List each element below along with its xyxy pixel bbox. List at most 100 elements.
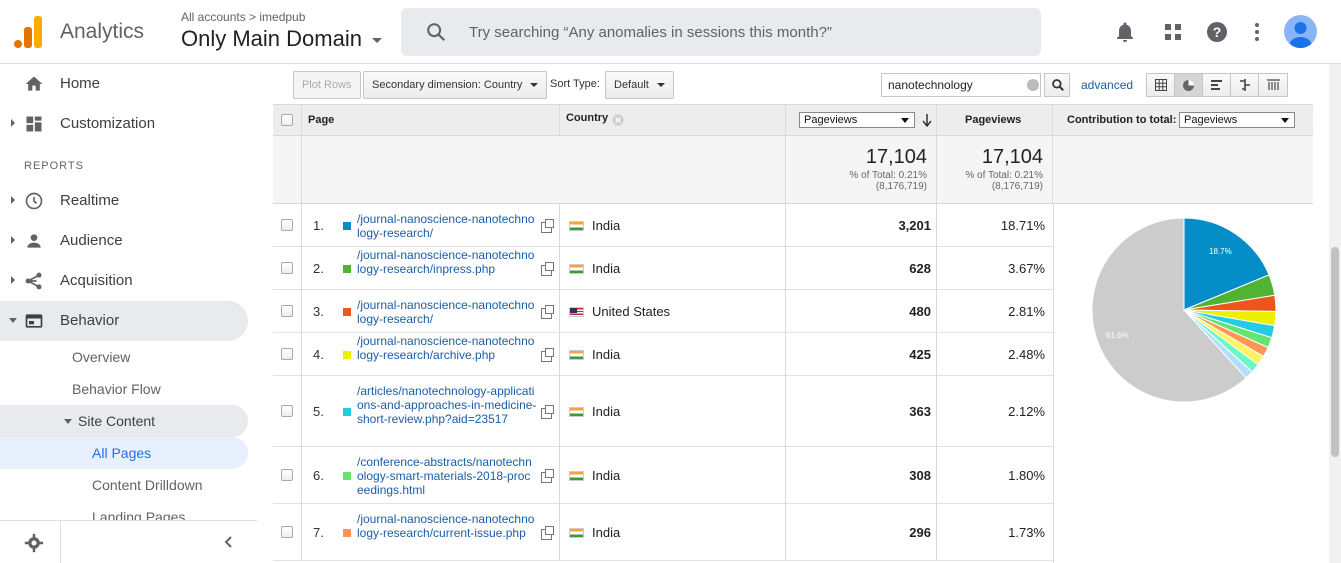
account-breadcrumb[interactable]: All accounts > imedpub — [181, 10, 305, 24]
more-vert-icon[interactable] — [1245, 20, 1269, 44]
pageviews-cell: 363 — [909, 404, 931, 419]
apps-grid-icon[interactable] — [1161, 20, 1185, 44]
country-cell[interactable]: India — [592, 404, 620, 419]
search-icon — [427, 23, 446, 42]
divider — [301, 290, 302, 333]
country-cell[interactable]: United States — [592, 304, 670, 319]
sidebar-item-realtime[interactable]: Realtime — [0, 181, 248, 221]
open-external-icon[interactable] — [541, 262, 554, 276]
page-link[interactable]: /journal-nanoscience-nanotechnology-rese… — [357, 334, 537, 362]
sidebar-item-label: Realtime — [60, 192, 120, 209]
row-checkbox[interactable] — [281, 348, 293, 360]
help-icon[interactable]: ? — [1205, 20, 1229, 44]
select-all-checkbox[interactable] — [281, 114, 293, 126]
percent-cell: 3.67% — [1008, 261, 1045, 276]
divider — [301, 504, 302, 561]
page-link[interactable]: /journal-nanoscience-nanotechnology-rese… — [357, 212, 537, 240]
search-input[interactable]: Try searching “Any anomalies in sessions… — [401, 8, 1041, 56]
series-color-swatch — [343, 529, 351, 537]
data-table-view-icon[interactable] — [1147, 74, 1175, 96]
row-checkbox[interactable] — [281, 526, 293, 538]
advanced-filter-link[interactable]: advanced — [1081, 78, 1133, 92]
page-link[interactable]: /conference-abstracts/nanotechnology-sma… — [357, 455, 537, 497]
divider — [1052, 105, 1053, 135]
table-row: 5. /articles/nanotechnology-applications-… — [273, 376, 1053, 447]
page-link[interactable]: /journal-nanoscience-nanotechnology-rese… — [357, 298, 537, 326]
contribution-pie-panel: 18.7% 61.6% — [1053, 204, 1313, 563]
divider — [301, 376, 302, 447]
sidebar-item-label: Home — [60, 75, 101, 92]
open-external-icon[interactable] — [541, 305, 554, 319]
open-external-icon[interactable] — [541, 526, 554, 540]
country-cell[interactable]: India — [592, 525, 620, 540]
open-external-icon[interactable] — [541, 405, 554, 419]
sort-type-select[interactable]: Default — [605, 71, 674, 99]
sidebar-item-customization[interactable]: Customization — [0, 104, 248, 144]
divider — [559, 290, 560, 333]
country-flag-icon — [569, 264, 584, 274]
row-checkbox[interactable] — [281, 469, 293, 481]
scrollbar-thumb[interactable] — [1331, 247, 1339, 457]
pageviews-column-header[interactable]: Pageviews — [965, 114, 1021, 126]
filter-search-button[interactable] — [1044, 73, 1070, 97]
sort-type-label: Sort Type: — [550, 78, 600, 90]
page-link[interactable]: /journal-nanoscience-nanotechnology-rese… — [357, 248, 537, 276]
analytics-logo[interactable] — [14, 16, 42, 48]
sidebar-item-site-content[interactable]: Site Content — [0, 405, 248, 437]
open-external-icon[interactable] — [541, 469, 554, 483]
performance-view-icon[interactable] — [1203, 74, 1231, 96]
percent-cell: 1.80% — [1008, 468, 1045, 483]
pivot-view-icon[interactable] — [1259, 74, 1287, 96]
divider — [785, 136, 786, 203]
row-checkbox[interactable] — [281, 305, 293, 317]
chevron-down-icon[interactable] — [372, 38, 382, 43]
remove-dimension-icon[interactable] — [612, 114, 624, 126]
country-flag-icon — [569, 350, 584, 360]
contribution-metric-select[interactable]: Pageviews — [1179, 112, 1295, 128]
country-cell[interactable]: India — [592, 218, 620, 233]
metric-select[interactable]: Pageviews — [799, 112, 915, 128]
page-scrollbar[interactable] — [1329, 64, 1341, 563]
sidebar-item-overview[interactable]: Overview — [0, 341, 248, 373]
open-external-icon[interactable] — [541, 219, 554, 233]
clear-filter-icon[interactable] — [1027, 79, 1039, 91]
page-link[interactable]: /articles/nanotechnology-applications-an… — [357, 384, 537, 426]
sidebar-item-behavior-flow[interactable]: Behavior Flow — [0, 373, 248, 405]
row-checkbox[interactable] — [281, 405, 293, 417]
pageviews-cell: 425 — [909, 347, 931, 362]
totals-row: 17,104 % of Total: 0.21% (8,176,719) 17,… — [273, 136, 1313, 204]
sidebar-item-audience[interactable]: Audience — [0, 221, 248, 261]
plot-rows-button[interactable]: Plot Rows — [293, 71, 361, 99]
collapse-chevron-left-icon[interactable] — [222, 535, 236, 549]
row-checkbox[interactable] — [281, 219, 293, 231]
contribution-pie-chart[interactable]: 18.7% 61.6% — [1054, 204, 1314, 464]
view-selector[interactable]: Only Main Domain — [181, 26, 362, 52]
sidebar-item-all-pages[interactable]: All Pages — [0, 437, 248, 469]
page-column-header[interactable]: Page — [308, 114, 334, 126]
secondary-dimension-label: Secondary dimension: Country — [372, 79, 523, 91]
pie-view-icon[interactable] — [1175, 74, 1203, 96]
sidebar-item-label: Content Drilldown — [92, 477, 203, 493]
sidebar-item-acquisition[interactable]: Acquisition — [0, 261, 248, 301]
country-cell[interactable]: India — [592, 468, 620, 483]
secondary-dimension-select[interactable]: Secondary dimension: Country — [363, 71, 548, 99]
table-filter-input[interactable]: nanotechnology — [881, 73, 1041, 97]
country-cell[interactable]: India — [592, 261, 620, 276]
page-link[interactable]: /journal-nanoscience-nanotechnology-rese… — [357, 512, 537, 540]
country-column-header[interactable]: Country — [566, 112, 608, 124]
sort-descending-icon[interactable] — [922, 114, 932, 127]
sidebar-item-home[interactable]: Home — [0, 64, 248, 104]
sidebar-item-behavior[interactable]: Behavior — [0, 301, 248, 341]
total-pageviews: 17,104 — [865, 146, 927, 168]
percent-cell: 2.12% — [1008, 404, 1045, 419]
row-checkbox[interactable] — [281, 262, 293, 274]
account-avatar[interactable] — [1284, 15, 1317, 48]
comparison-view-icon[interactable] — [1231, 74, 1259, 96]
gear-icon[interactable] — [24, 533, 44, 553]
top-app-bar: Analytics All accounts > imedpub Only Ma… — [0, 0, 1341, 64]
open-external-icon[interactable] — [541, 348, 554, 362]
bell-icon[interactable] — [1113, 20, 1137, 44]
sidebar-item-content-drilldown[interactable]: Content Drilldown — [0, 469, 248, 501]
country-cell[interactable]: India — [592, 347, 620, 362]
total-percent-of-total: % of Total: 0.21% — [849, 170, 927, 181]
